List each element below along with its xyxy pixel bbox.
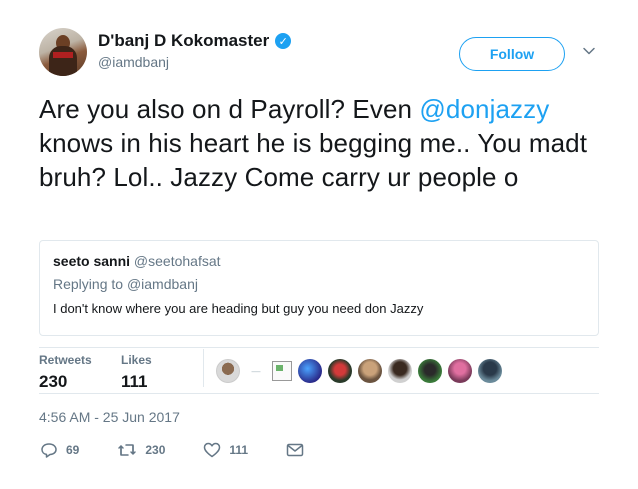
reply-icon [41, 443, 57, 458]
retweet-action[interactable]: 230 [117, 441, 165, 459]
chevron-down-icon[interactable] [582, 44, 596, 58]
liker-avatar[interactable] [216, 359, 240, 383]
stats-separator [203, 349, 204, 387]
reply-action[interactable]: 69 [40, 441, 79, 459]
tweet-timestamp[interactable]: 4:56 AM - 25 Jun 2017 [39, 409, 180, 425]
heart-icon [204, 442, 221, 458]
liker-avatar[interactable] [358, 359, 382, 383]
author-handle[interactable]: @iamdbanj [98, 54, 169, 70]
retweet-count: 230 [145, 443, 166, 457]
liker-avatar[interactable] [418, 359, 442, 383]
verified-badge-icon: ✓ [275, 33, 292, 49]
author-avatar[interactable] [39, 28, 87, 76]
liker-avatar-placeholder[interactable]: — [246, 359, 266, 383]
quoted-tweet[interactable]: seeto sanni @seetohafsat Replying to @ia… [39, 240, 599, 336]
retweet-icon [118, 444, 137, 456]
author-name-row[interactable]: D'banj D Kokomaster ✓ [98, 31, 292, 51]
broken-image-icon[interactable] [272, 361, 292, 381]
quoted-author-name: seeto sanni [53, 253, 131, 269]
reply-count: 69 [66, 443, 80, 457]
liker-avatar[interactable] [448, 359, 472, 383]
divider [39, 347, 599, 348]
likers-avatars: — [216, 359, 502, 383]
avatar-scarf [53, 52, 73, 58]
direct-message-action[interactable] [286, 442, 304, 458]
likes-stat[interactable]: Likes 111 [121, 353, 152, 392]
divider [39, 393, 599, 394]
likes-stat-value: 111 [121, 372, 148, 391]
liker-avatar[interactable] [478, 359, 502, 383]
quoted-author-row: seeto sanni @seetohafsat [53, 253, 585, 269]
tweet-text-part: Are you also on d Payroll? Even [39, 94, 420, 124]
like-action[interactable]: 111 [203, 441, 248, 459]
envelope-icon [286, 443, 304, 457]
retweets-stat[interactable]: Retweets 230 [39, 353, 92, 392]
liker-avatar[interactable] [298, 359, 322, 383]
author-display-name[interactable]: D'banj D Kokomaster [98, 31, 269, 51]
liker-avatar[interactable] [388, 359, 412, 383]
tweet-text: Are you also on d Payroll? Even @donjazz… [39, 92, 609, 194]
quoted-author-handle: @seetohafsat [133, 253, 221, 269]
replying-handle: @iamdbanj [126, 276, 198, 292]
likes-stat-label: Likes [121, 353, 152, 367]
replying-prefix: Replying to [53, 276, 127, 292]
like-count: 111 [229, 443, 249, 457]
liker-avatar[interactable] [328, 359, 352, 383]
mention-link[interactable]: @donjazzy [419, 94, 549, 124]
quoted-tweet-text: I don't know where you are heading but g… [53, 301, 424, 316]
tweet-actions: 69 230 111 [40, 441, 342, 459]
quoted-replying-to: Replying to @iamdbanj [53, 276, 585, 292]
retweets-stat-label: Retweets [39, 353, 92, 367]
follow-button[interactable]: Follow [459, 37, 565, 71]
tweet-text-part: knows in his heart he is begging me.. Yo… [39, 128, 588, 192]
avatar-body [49, 46, 77, 76]
retweets-stat-value: 230 [39, 372, 68, 391]
